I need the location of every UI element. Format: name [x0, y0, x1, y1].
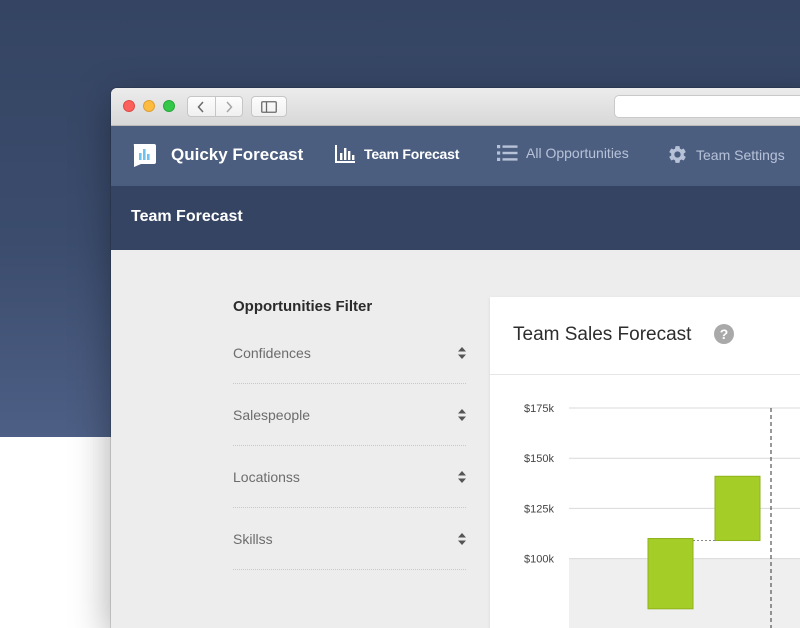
y-tick-label: $175k [524, 403, 554, 415]
window-titlebar [111, 88, 800, 126]
page-title: Team Forecast [131, 208, 243, 225]
y-tick-label: $125k [524, 503, 554, 515]
brand[interactable]: Quicky Forecast [131, 142, 303, 168]
nav-all-opportunities-label: All Opportunities [526, 145, 629, 161]
svg-text:?: ? [720, 326, 729, 342]
forecast-chart: $175k $150k $125k $100k [524, 403, 800, 628]
y-tick-label: $100k [524, 554, 554, 566]
sort-arrows-icon [458, 347, 466, 359]
help-icon[interactable]: ? [714, 324, 734, 344]
filter-label: Salespeople [233, 407, 311, 423]
bar [647, 538, 694, 610]
main-content: Opportunities Filter Confidences Salespe… [111, 250, 800, 628]
list-icon [497, 145, 518, 161]
filter-label: Confidences [233, 345, 311, 361]
bar [714, 475, 761, 542]
card-title: Team Sales Forecast [513, 324, 692, 345]
card-header: Team Sales Forecast ? [490, 297, 800, 375]
page-header: Team Forecast [111, 186, 800, 250]
address-bar[interactable] [614, 95, 800, 118]
filter-salespeople[interactable]: Salespeople [233, 384, 466, 446]
filter-label: Skillss [233, 531, 273, 547]
sort-arrows-icon [458, 533, 466, 545]
history-buttons [187, 96, 243, 117]
bar-chart-icon [335, 145, 355, 163]
sort-arrows-icon [458, 471, 466, 483]
filter-locations[interactable]: Locationss [233, 446, 466, 508]
minimize-window-button[interactable] [143, 100, 155, 112]
zoom-window-button[interactable] [163, 100, 175, 112]
close-window-button[interactable] [123, 100, 135, 112]
filter-confidences[interactable]: Confidences [233, 322, 466, 384]
nav-all-opportunities[interactable]: All Opportunities [497, 144, 629, 162]
chevron-right-icon [226, 100, 233, 113]
back-button[interactable] [188, 97, 215, 116]
sales-forecast-card: Team Sales Forecast ? $175k $150k $125k $10… [490, 297, 800, 628]
chevron-left-icon [197, 100, 204, 113]
sidebar-toggle-button[interactable] [251, 96, 287, 117]
gear-icon [669, 146, 686, 163]
opportunities-filter: Opportunities Filter Confidences Salespe… [233, 298, 466, 570]
app-navbar: Quicky Forecast Team Forecast All Opport… [111, 126, 800, 186]
nav-team-forecast[interactable]: Team Forecast [334, 144, 459, 164]
sidebar-icon [261, 100, 277, 113]
brand-name: Quicky Forecast [171, 145, 304, 164]
brand-logo-icon [133, 144, 156, 167]
nav-team-settings[interactable]: Team Settings [667, 144, 785, 165]
forward-button[interactable] [214, 97, 243, 116]
y-tick-label: $150k [524, 453, 554, 465]
filter-title: Opportunities Filter [233, 298, 373, 315]
nav-team-forecast-label: Team Forecast [364, 146, 460, 162]
filter-label: Locationss [233, 469, 300, 485]
nav-team-settings-label: Team Settings [696, 146, 785, 163]
filter-skills[interactable]: Skillss [233, 508, 466, 570]
sort-arrows-icon [458, 409, 466, 421]
browser-window: Quicky Forecast Team Forecast All Opport… [111, 88, 800, 628]
